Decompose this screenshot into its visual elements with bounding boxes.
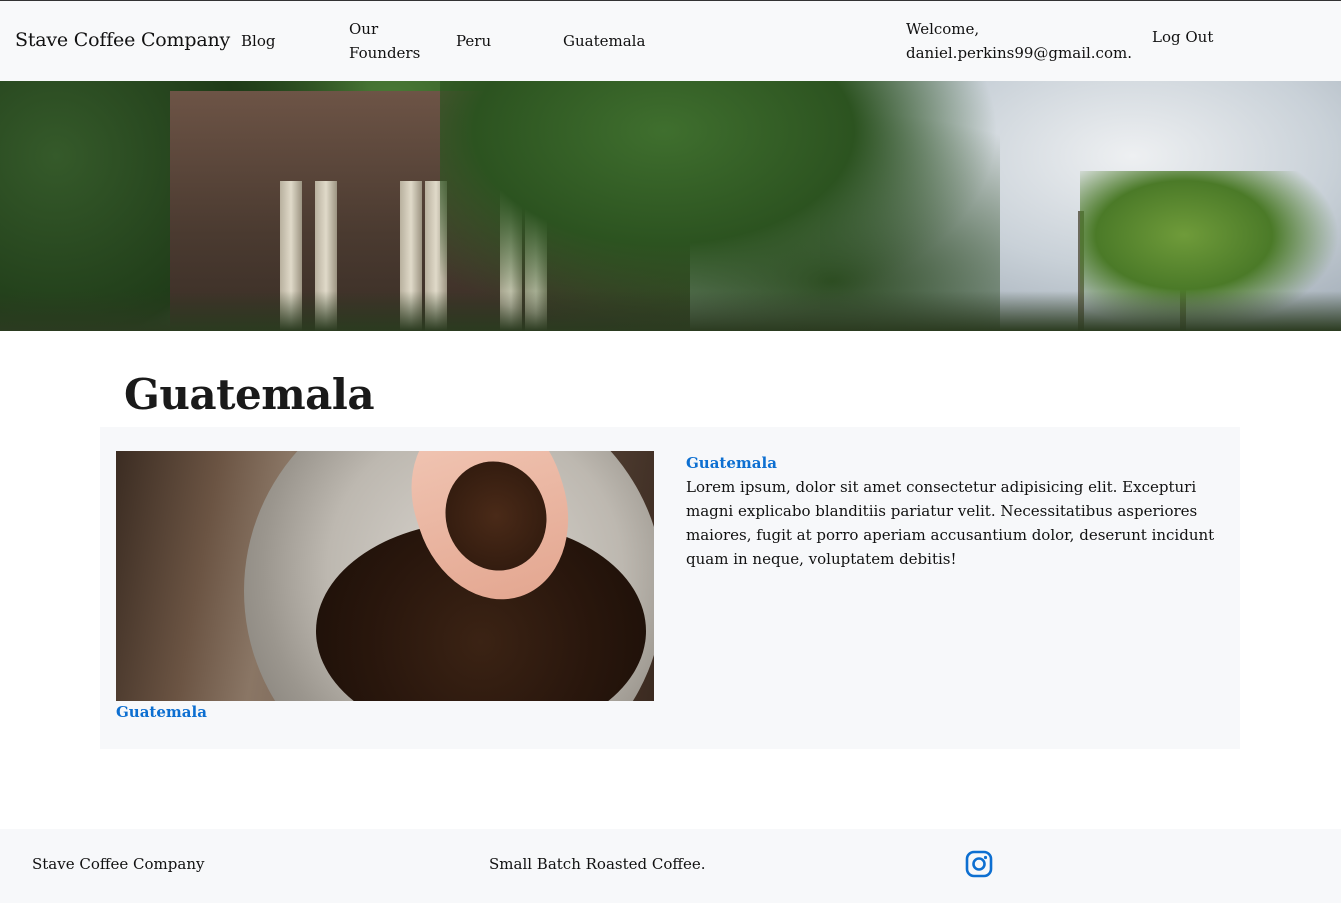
footer-tagline: Small Batch Roasted Coffee.: [489, 855, 706, 873]
card-body: Guatemala Lorem ipsum, dolor sit amet co…: [686, 451, 1226, 571]
page-title: Guatemala: [124, 370, 375, 419]
hero-ground: [0, 291, 1341, 331]
nav-link-our-founders[interactable]: Our Founders: [349, 17, 429, 65]
card-heading-link[interactable]: Guatemala: [686, 454, 777, 472]
card-description: Lorem ipsum, dolor sit amet consectetur …: [686, 478, 1215, 568]
brand-link[interactable]: Stave Coffee Company: [15, 29, 230, 51]
welcome-text: Welcome, daniel.perkins99@gmail.com.: [906, 20, 1132, 62]
nav-link-blog[interactable]: Blog: [241, 29, 275, 53]
footer: Stave Coffee Company Small Batch Roasted…: [0, 829, 1341, 903]
hero-banner-image: [0, 81, 1341, 331]
origin-card: Guatemala Guatemala Lorem ipsum, dolor s…: [100, 427, 1240, 749]
navbar: Stave Coffee Company Blog Our Founders P…: [0, 1, 1341, 81]
image-caption-link[interactable]: Guatemala: [116, 703, 207, 721]
nav-link-guatemala[interactable]: Guatemala: [563, 29, 645, 53]
logout-link[interactable]: Log Out: [1152, 25, 1213, 49]
instagram-icon[interactable]: [965, 850, 993, 878]
coffee-beans-image: [116, 451, 654, 701]
footer-brand: Stave Coffee Company: [32, 855, 205, 873]
nav-link-peru[interactable]: Peru: [456, 29, 491, 53]
